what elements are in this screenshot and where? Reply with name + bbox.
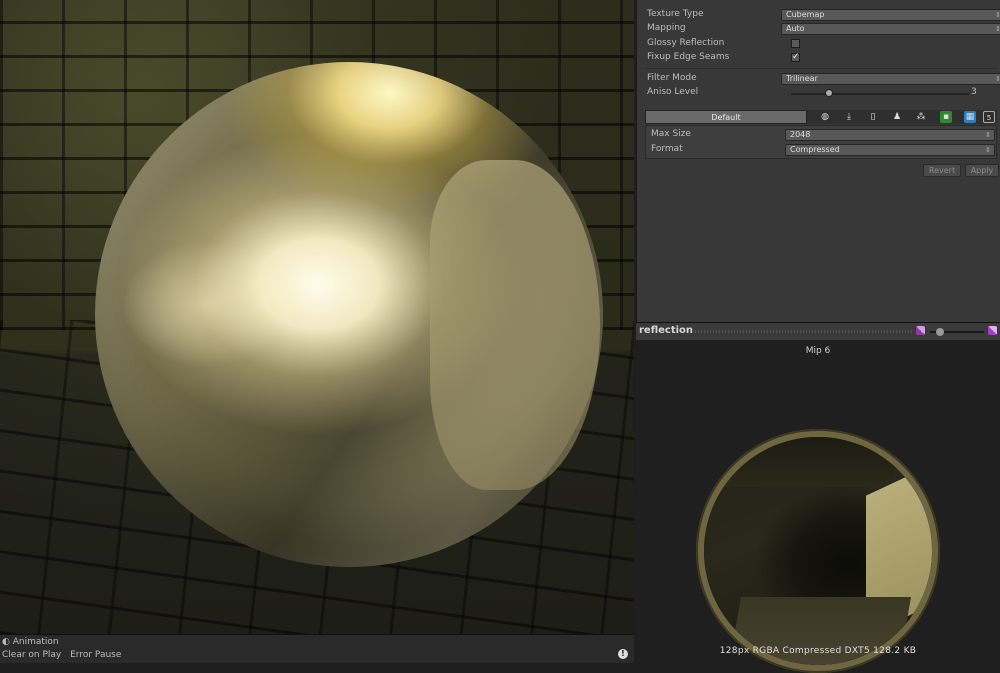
cubemap-preview-sphere[interactable] [696, 429, 940, 673]
dropdown-arrow-icon: ⇕ [985, 131, 991, 139]
max-size-value: 2048 [790, 130, 811, 139]
aniso-level-slider[interactable] [791, 89, 969, 97]
animation-label: Animation [12, 637, 59, 647]
glossy-reflection-label: Glossy Reflection [647, 38, 725, 48]
apply-button[interactable]: Apply [965, 164, 999, 177]
slider-knob[interactable] [936, 328, 944, 336]
format-value: Compressed [790, 145, 840, 154]
windows-store-icon[interactable]: ▦ [964, 111, 976, 123]
texture-type-label: Texture Type [647, 9, 704, 19]
error-pause-toggle[interactable]: Error Pause [70, 650, 121, 660]
animation-icon: ◐ [2, 637, 10, 647]
max-size-dropdown[interactable]: 2048 ⇕ [785, 129, 995, 141]
max-size-label: Max Size [651, 129, 691, 139]
fixup-edge-seams-checkbox[interactable]: ✓ [791, 53, 800, 62]
checkmark-icon: ✓ [792, 52, 800, 62]
clear-on-play-toggle[interactable]: Clear on Play [2, 650, 61, 660]
mapping-row: Mapping Auto ⇕ [647, 23, 1000, 37]
status-bar: ◐ Animation Clear on Play Error Pause ! [0, 634, 634, 663]
mip-label: Mip 6 [805, 346, 831, 356]
aniso-level-label: Aniso Level [647, 87, 699, 97]
mip-level-slider[interactable] [930, 328, 984, 336]
fixup-edge-seams-label: Fixup Edge Seams [647, 52, 730, 62]
texture-info: 128px RGBA Compressed DXT5 128.2 KB [719, 646, 917, 656]
mapping-label: Mapping [647, 23, 686, 33]
platform-tabs: Default ◍ ⤓ ▯ ♟ ⁂ ▪ ▦ 5 [645, 110, 997, 124]
rgb-toggle-icon[interactable] [988, 326, 997, 335]
scene-viewport[interactable] [0, 0, 634, 634]
html5-icon[interactable]: 5 [983, 111, 995, 123]
texture-import-inspector: Texture Type Cubemap ⇕ Mapping Auto ⇕ Gl… [636, 0, 1000, 322]
texture-type-value: Cubemap [786, 10, 825, 19]
filter-mode-label: Filter Mode [647, 73, 697, 83]
revert-button[interactable]: Revert [923, 164, 961, 177]
fixup-edge-seams-row: Fixup Edge Seams ✓ [647, 52, 997, 66]
aniso-level-row: Aniso Level 3 [647, 87, 997, 101]
android-icon[interactable]: ♟ [891, 111, 903, 123]
glossy-reflection-checkbox[interactable] [791, 39, 800, 48]
mapping-value: Auto [786, 24, 805, 33]
platform-settings-panel: Max Size 2048 ⇕ Format Compressed ⇕ [645, 125, 997, 159]
texture-type-row: Texture Type Cubemap ⇕ [647, 9, 1000, 23]
dropdown-arrow-icon: ⇕ [985, 146, 991, 154]
web-icon[interactable]: ◍ [819, 111, 831, 123]
sphere-inner [704, 437, 932, 665]
sphere-reflection-facet [430, 160, 600, 490]
xbox-icon[interactable]: ▪ [940, 111, 952, 123]
blackberry-icon[interactable]: ⁂ [915, 111, 927, 123]
dropdown-arrow-icon: ⇕ [995, 25, 1000, 33]
preview-drag-handle[interactable] [692, 330, 912, 333]
filter-mode-row: Filter Mode Trilinear ⇕ [647, 73, 1000, 87]
standalone-icon[interactable]: ⤓ [843, 111, 855, 123]
alpha-toggle-icon[interactable] [916, 326, 925, 335]
mapping-dropdown[interactable]: Auto ⇕ [781, 23, 1000, 35]
format-dropdown[interactable]: Compressed ⇕ [785, 144, 995, 156]
texture-type-dropdown[interactable]: Cubemap ⇕ [781, 9, 1000, 21]
glossy-reflection-row: Glossy Reflection [647, 38, 997, 52]
tab-default[interactable]: Default [645, 110, 807, 124]
iphone-icon[interactable]: ▯ [867, 111, 879, 123]
filter-mode-value: Trilinear [786, 74, 818, 83]
dropdown-arrow-icon: ⇕ [995, 75, 1000, 83]
animation-header[interactable]: ◐ Animation [2, 637, 59, 647]
preview-area: Mip 6 128px RGBA Compressed DXT5 128.2 K… [636, 340, 1000, 673]
format-label: Format [651, 144, 683, 154]
preview-header: reflection [636, 322, 1000, 341]
filter-mode-dropdown[interactable]: Trilinear ⇕ [781, 73, 1000, 85]
warning-icon[interactable]: ! [618, 649, 628, 659]
dropdown-arrow-icon: ⇕ [995, 11, 1000, 19]
console-toggles: Clear on Play Error Pause [2, 650, 127, 660]
separator [645, 68, 997, 69]
sphere-top-face [724, 437, 894, 487]
slider-knob[interactable] [825, 89, 833, 97]
aniso-level-value[interactable]: 3 [971, 87, 977, 97]
preview-title: reflection [639, 325, 694, 336]
